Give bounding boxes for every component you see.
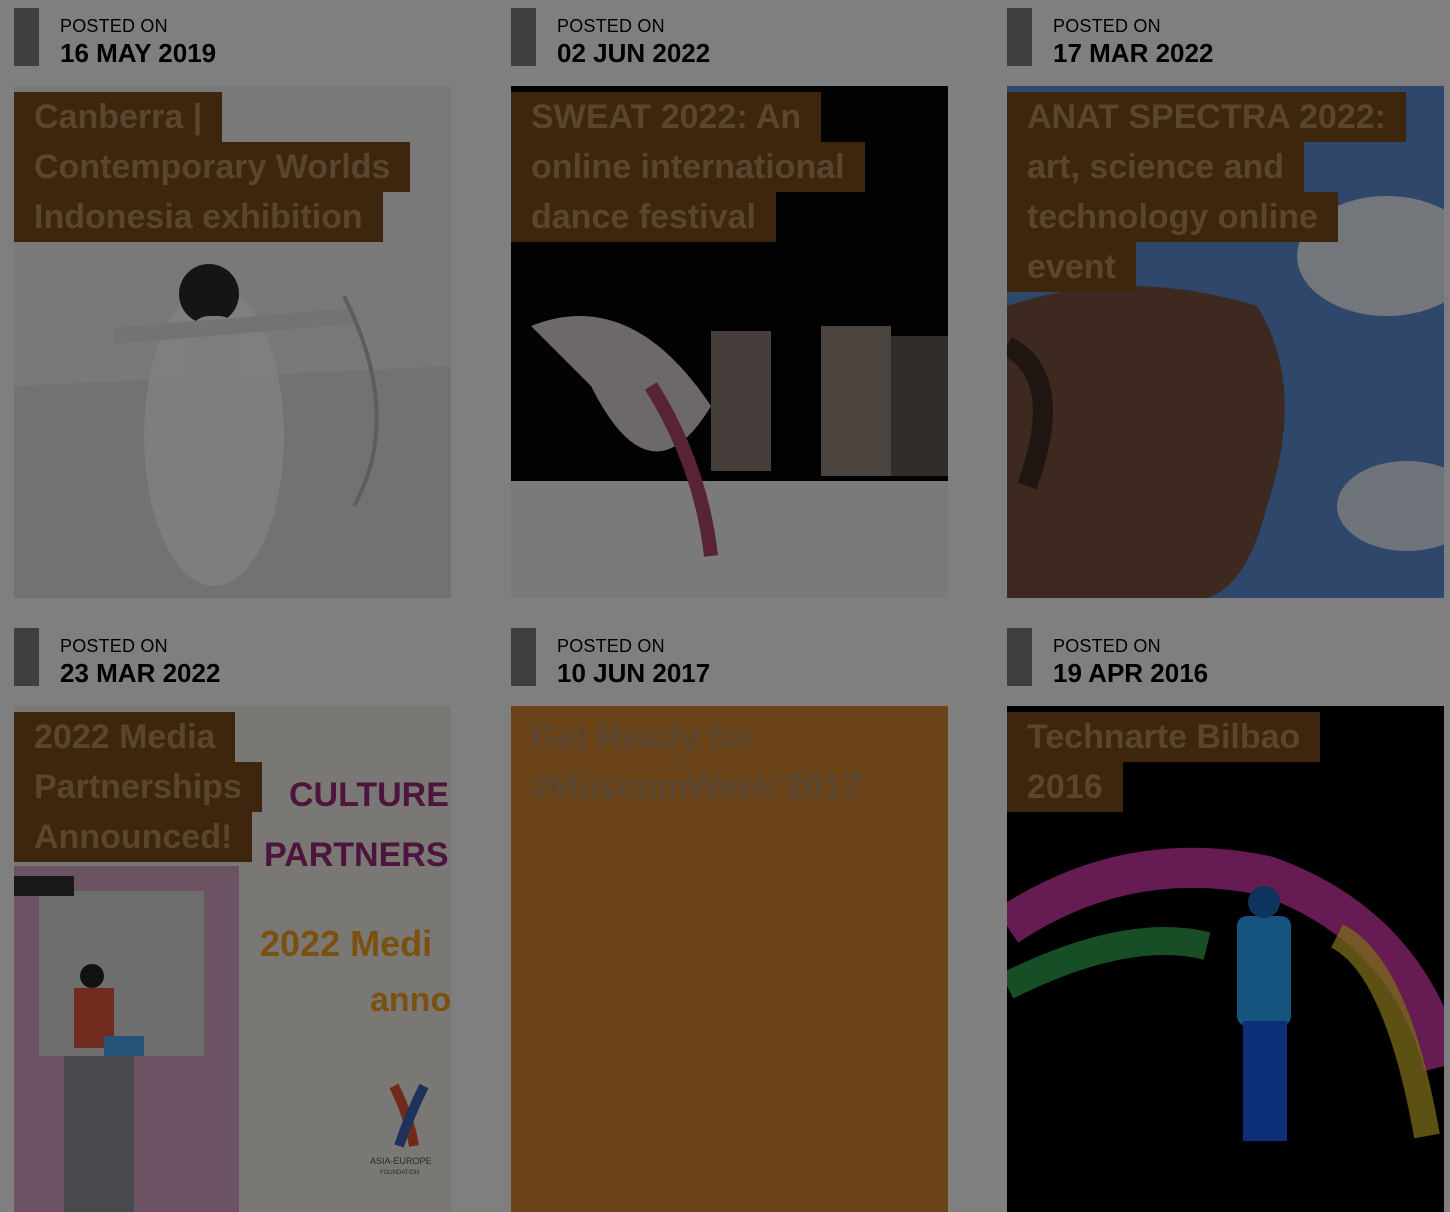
asef-logo-subtext: FOUNDATION xyxy=(380,1170,419,1176)
title-line: Indonesia exhibition xyxy=(14,192,383,242)
post-title[interactable]: SWEAT 2022: An online international danc… xyxy=(511,92,948,242)
title-line: Canberra | xyxy=(14,92,223,142)
image-media-text: 2022 Medi xyxy=(260,923,432,964)
asef-logo-text: ASIA-EUROPE xyxy=(370,1156,432,1166)
title-line: Partnerships xyxy=(14,762,262,812)
post-date: 16 MAY 2019 xyxy=(60,38,217,68)
title-line: Contemporary Worlds xyxy=(14,142,411,192)
posted-on-label: POSTED ON xyxy=(60,636,168,656)
posted-on-label: POSTED ON xyxy=(1053,636,1161,656)
post-date: 10 JUN 2017 xyxy=(557,658,711,688)
post-date: 17 MAR 2022 xyxy=(1053,38,1214,68)
post-title[interactable]: Canberra | Contemporary Worlds Indonesia… xyxy=(14,92,451,242)
post-title[interactable]: Technarte Bilbao 2016 xyxy=(1007,712,1444,812)
title-line: ANAT SPECTRA 2022: xyxy=(1007,92,1406,142)
meta-accent-bar xyxy=(14,628,39,686)
title-line: Technarte Bilbao xyxy=(1007,712,1321,762)
post-meta: POSTED ON 23 MAR 2022 xyxy=(14,628,451,688)
meta-accent-bar xyxy=(511,8,536,66)
title-line: #MuseumWeek 2017 xyxy=(531,768,862,806)
meta-accent-bar xyxy=(14,8,39,66)
posted-on-label: POSTED ON xyxy=(557,16,665,36)
title-line: Announced! xyxy=(14,812,253,862)
title-line: event xyxy=(1007,242,1136,292)
meta-accent-bar xyxy=(1007,8,1032,66)
post-title[interactable]: Get Ready for #MuseumWeek 2017 xyxy=(511,712,948,812)
post-meta: POSTED ON 19 APR 2016 xyxy=(1007,628,1444,688)
post-title[interactable]: 2022 Media Partnerships Announced! xyxy=(14,712,451,862)
title-line: art, science and xyxy=(1007,142,1305,192)
title-line: SWEAT 2022: An xyxy=(511,92,822,142)
posted-on-label: POSTED ON xyxy=(557,636,665,656)
title-line: online international xyxy=(511,142,865,192)
meta-accent-bar xyxy=(511,628,536,686)
post-meta: POSTED ON 02 JUN 2022 xyxy=(511,8,948,68)
post-meta: POSTED ON 17 MAR 2022 xyxy=(1007,8,1444,68)
posted-on-label: POSTED ON xyxy=(1053,16,1161,36)
post-date: 23 MAR 2022 xyxy=(60,658,221,688)
post-meta: POSTED ON 10 JUN 2017 xyxy=(511,628,948,688)
title-line: Get Ready for xyxy=(531,718,754,756)
image-announced-text: anno xyxy=(370,981,451,1019)
title-line: 2016 xyxy=(1007,762,1123,812)
meta-accent-bar xyxy=(1007,628,1032,686)
title-line: dance festival xyxy=(511,192,776,242)
post-meta: POSTED ON 16 MAY 2019 xyxy=(14,8,451,68)
post-date: 19 APR 2016 xyxy=(1053,658,1209,688)
post-title[interactable]: ANAT SPECTRA 2022: art, science and tech… xyxy=(1007,92,1444,292)
posted-on-label: POSTED ON xyxy=(60,16,168,36)
title-line: 2022 Media xyxy=(14,712,236,762)
post-date: 02 JUN 2022 xyxy=(557,38,711,68)
title-line: technology online xyxy=(1007,192,1338,242)
